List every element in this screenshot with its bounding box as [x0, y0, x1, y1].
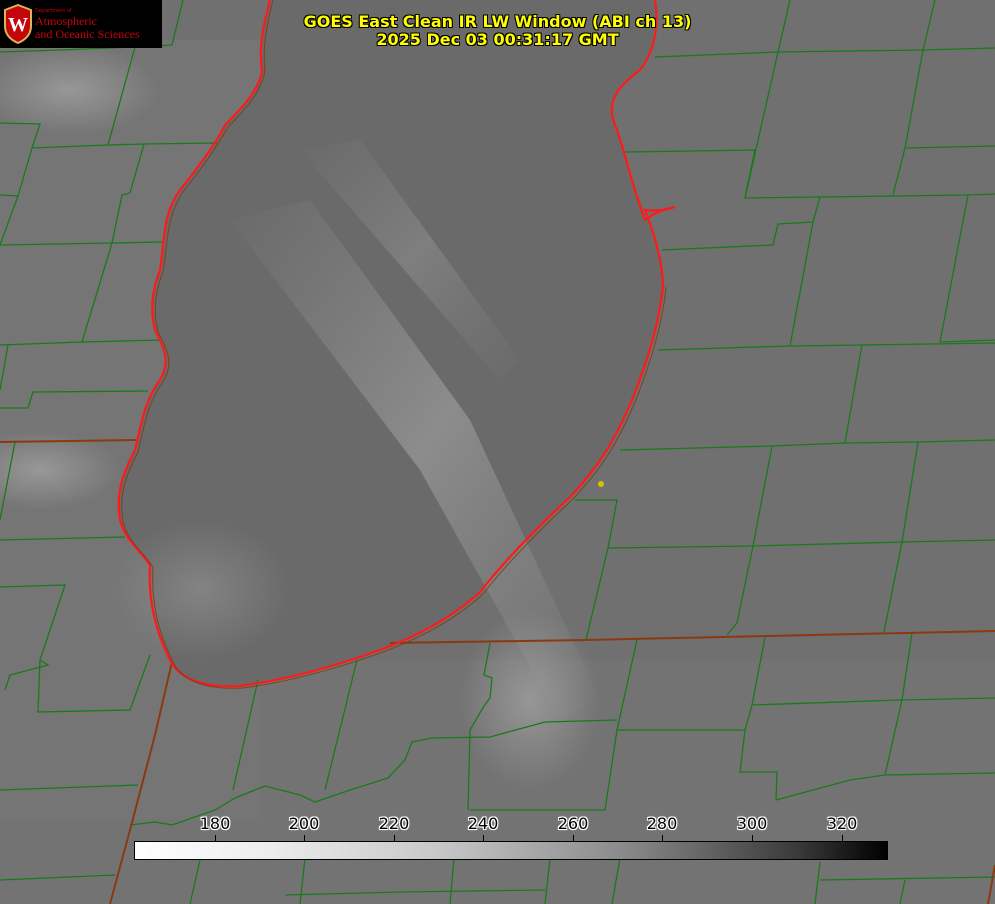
brightness-temperature-colorbar: [134, 841, 888, 860]
cloud-patch-3: [460, 610, 600, 790]
satellite-map: [0, 0, 995, 904]
product-title: GOES East Clean IR LW Window (ABI ch 13): [303, 12, 692, 31]
satellite-image-view: W Department of Atmospheric and Oceanic …: [0, 0, 995, 904]
cloud-patch-4: [110, 520, 290, 660]
station-marker: [598, 481, 604, 487]
image-timestamp: 2025 Dec 03 00:31:17 GMT: [376, 30, 619, 49]
